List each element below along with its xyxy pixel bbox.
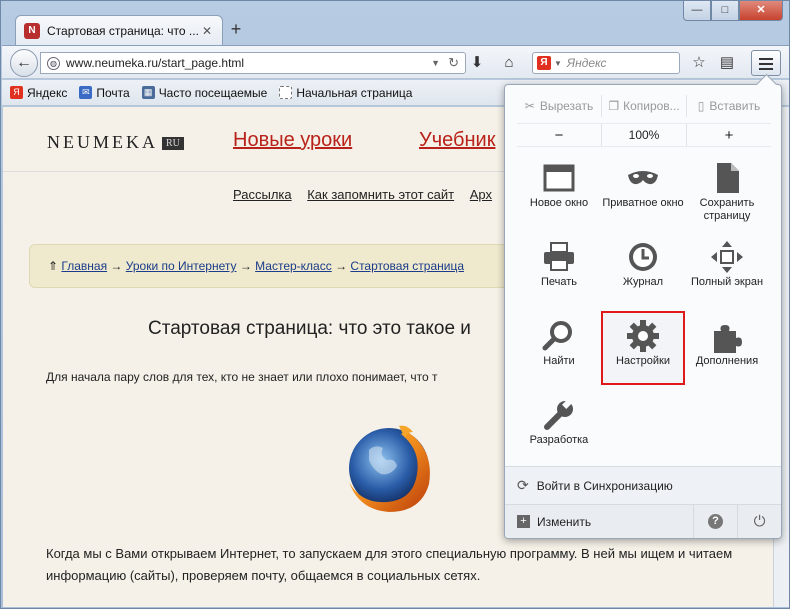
nav-link-new-lessons[interactable]: Новые уроки bbox=[233, 129, 352, 152]
power-icon: ⏻ bbox=[753, 513, 766, 530]
print-icon bbox=[544, 242, 574, 271]
maximize-button[interactable]: □ bbox=[711, 1, 739, 21]
tab-close-icon[interactable]: ✕ bbox=[200, 24, 214, 38]
url-dropdown-icon[interactable]: ▼ bbox=[431, 58, 440, 68]
breadcrumb-master-class[interactable]: Мастер-класс bbox=[255, 259, 332, 273]
zoom-in-button[interactable]: + bbox=[687, 124, 771, 146]
edit-controls: ✂ Вырезать ❐ Копиров... ▯ Вставить bbox=[517, 95, 771, 117]
sublink-archive[interactable]: Арх bbox=[470, 187, 492, 202]
addons-icon bbox=[714, 325, 742, 353]
developer-button[interactable]: Разработка bbox=[517, 394, 601, 468]
help-icon: ? bbox=[708, 514, 723, 529]
bookmark-start-page[interactable]: Начальная страница bbox=[279, 86, 412, 100]
bookmark-label: Начальная страница bbox=[296, 85, 413, 100]
history-button[interactable]: Журнал bbox=[601, 236, 685, 310]
back-button[interactable]: ← bbox=[10, 49, 38, 77]
plus-square-icon: + bbox=[517, 515, 530, 528]
sublink-bookmark-site[interactable]: Как запомнить этот сайт bbox=[307, 187, 454, 202]
menu-footer: + Изменить ? ⏻ bbox=[505, 504, 781, 538]
fullscreen-button[interactable]: Полный экран bbox=[685, 236, 769, 310]
search-bar[interactable]: Я ▼ Яндекс bbox=[532, 52, 680, 74]
private-window-button[interactable]: Приватное окно bbox=[601, 157, 685, 231]
bookmark-yandex[interactable]: Я Яндекс bbox=[10, 86, 67, 100]
save-page-button[interactable]: Сохранить страницу bbox=[685, 157, 769, 231]
minimize-button[interactable]: — bbox=[683, 1, 711, 21]
scissors-icon: ✂ bbox=[524, 99, 535, 113]
sync-icon: ⟳ bbox=[517, 477, 529, 493]
navigation-toolbar: ← ◍ www.neumeka.ru/start_page.html ▼ ↻ ⬇… bbox=[2, 45, 789, 79]
save-page-icon bbox=[717, 163, 739, 193]
breadcrumb-start-page[interactable]: Стартовая страница bbox=[350, 259, 464, 273]
browser-tab[interactable]: N Стартовая страница: что ... ✕ bbox=[15, 15, 223, 45]
new-tab-button[interactable]: + bbox=[227, 19, 245, 39]
menu-button[interactable] bbox=[751, 50, 781, 76]
firefox-logo-icon bbox=[349, 425, 430, 512]
download-icon[interactable]: ⬇ bbox=[466, 52, 488, 74]
page-title: Стартовая страница: что это такое и bbox=[148, 318, 471, 339]
bookmark-mail[interactable]: ✉ Почта bbox=[79, 85, 130, 100]
find-icon bbox=[542, 321, 572, 351]
breadcrumb-home[interactable]: Главная bbox=[61, 259, 107, 273]
settings-button[interactable]: Настройки bbox=[601, 311, 685, 385]
find-button[interactable]: Найти bbox=[517, 315, 601, 389]
fullscreen-icon bbox=[711, 241, 743, 273]
clipboard-icon: ▯ bbox=[697, 99, 705, 113]
bookmark-most-visited[interactable]: ▦ Часто посещаемые bbox=[141, 85, 268, 100]
logo-ru-badge: RU bbox=[162, 137, 184, 151]
addons-button[interactable]: Дополнения bbox=[685, 315, 769, 389]
home-arrow-icon: ⇑ bbox=[48, 259, 59, 273]
search-engine-dropdown-icon[interactable]: ▼ bbox=[554, 59, 562, 68]
copy-button[interactable]: ❐ Копиров... bbox=[602, 95, 687, 117]
nav-link-textbook[interactable]: Учебник bbox=[419, 129, 495, 152]
window-controls: — □ ✕ bbox=[683, 1, 783, 21]
zoom-out-button[interactable]: − bbox=[517, 124, 602, 146]
copy-icon: ❐ bbox=[608, 99, 620, 113]
bookmark-label: Яндекс bbox=[27, 85, 68, 100]
zoom-reset-button[interactable]: 100% bbox=[602, 124, 687, 146]
site-logo[interactable]: NEUMEKA RU bbox=[47, 132, 184, 153]
yandex-icon: Я bbox=[10, 86, 23, 99]
mail-icon: ✉ bbox=[79, 86, 93, 99]
globe-icon: ◍ bbox=[47, 56, 60, 70]
bookmarks-list-icon[interactable]: ▤ bbox=[716, 52, 738, 74]
address-bar[interactable]: ◍ www.neumeka.ru/start_page.html ▼ ↻ bbox=[40, 52, 466, 74]
developer-icon bbox=[544, 399, 573, 430]
new-window-icon bbox=[543, 164, 575, 192]
page-icon bbox=[279, 86, 293, 99]
print-button[interactable]: Печать bbox=[517, 236, 601, 310]
customize-button[interactable]: + Изменить bbox=[505, 505, 693, 538]
bookmark-label: Часто посещаемые bbox=[158, 85, 268, 100]
url-text: www.neumeka.ru/start_page.html bbox=[66, 56, 245, 70]
refresh-icon[interactable]: ↻ bbox=[448, 55, 459, 71]
site-favicon: N bbox=[24, 22, 40, 39]
sync-button[interactable]: ⟳ Войти в Синхронизацию bbox=[505, 466, 781, 504]
history-icon bbox=[629, 243, 657, 271]
browser-window: N Стартовая страница: что ... ✕ + — □ ✕ … bbox=[0, 0, 790, 609]
private-window-icon bbox=[628, 171, 658, 185]
close-window-button[interactable]: ✕ bbox=[739, 1, 783, 21]
quit-button[interactable]: ⏻ bbox=[737, 505, 781, 538]
sub-navigation: Рассылка Как запомнить этот сайт Арх bbox=[233, 187, 504, 202]
breadcrumb-internet-lessons[interactable]: Уроки по Интернету bbox=[126, 259, 237, 273]
bookmark-star-icon[interactable]: ☆ bbox=[688, 52, 710, 74]
paste-button[interactable]: ▯ Вставить bbox=[687, 95, 771, 117]
zoom-controls: − 100% + bbox=[517, 123, 771, 147]
home-icon[interactable]: ⌂ bbox=[498, 52, 520, 74]
settings-icon bbox=[627, 320, 659, 352]
new-window-button[interactable]: Новое окно bbox=[517, 157, 601, 231]
bookmark-label: Почта bbox=[96, 85, 130, 100]
sublink-newsletter[interactable]: Рассылка bbox=[233, 187, 292, 202]
intro-text: Для начала пару слов для тех, кто не зна… bbox=[46, 370, 438, 384]
folder-icon: ▦ bbox=[141, 86, 155, 99]
firefox-menu-panel: ✂ Вырезать ❐ Копиров... ▯ Вставить − 100% +… bbox=[504, 84, 782, 539]
help-button[interactable]: ? bbox=[693, 505, 737, 538]
tab-title: Стартовая страница: что ... bbox=[47, 23, 199, 38]
search-input[interactable]: Яндекс bbox=[567, 56, 675, 70]
yandex-logo-icon: Я bbox=[537, 56, 551, 70]
body-paragraph: Когда мы с Вами открываем Интернет, то з… bbox=[46, 546, 733, 583]
cut-button[interactable]: ✂ Вырезать bbox=[517, 95, 602, 117]
